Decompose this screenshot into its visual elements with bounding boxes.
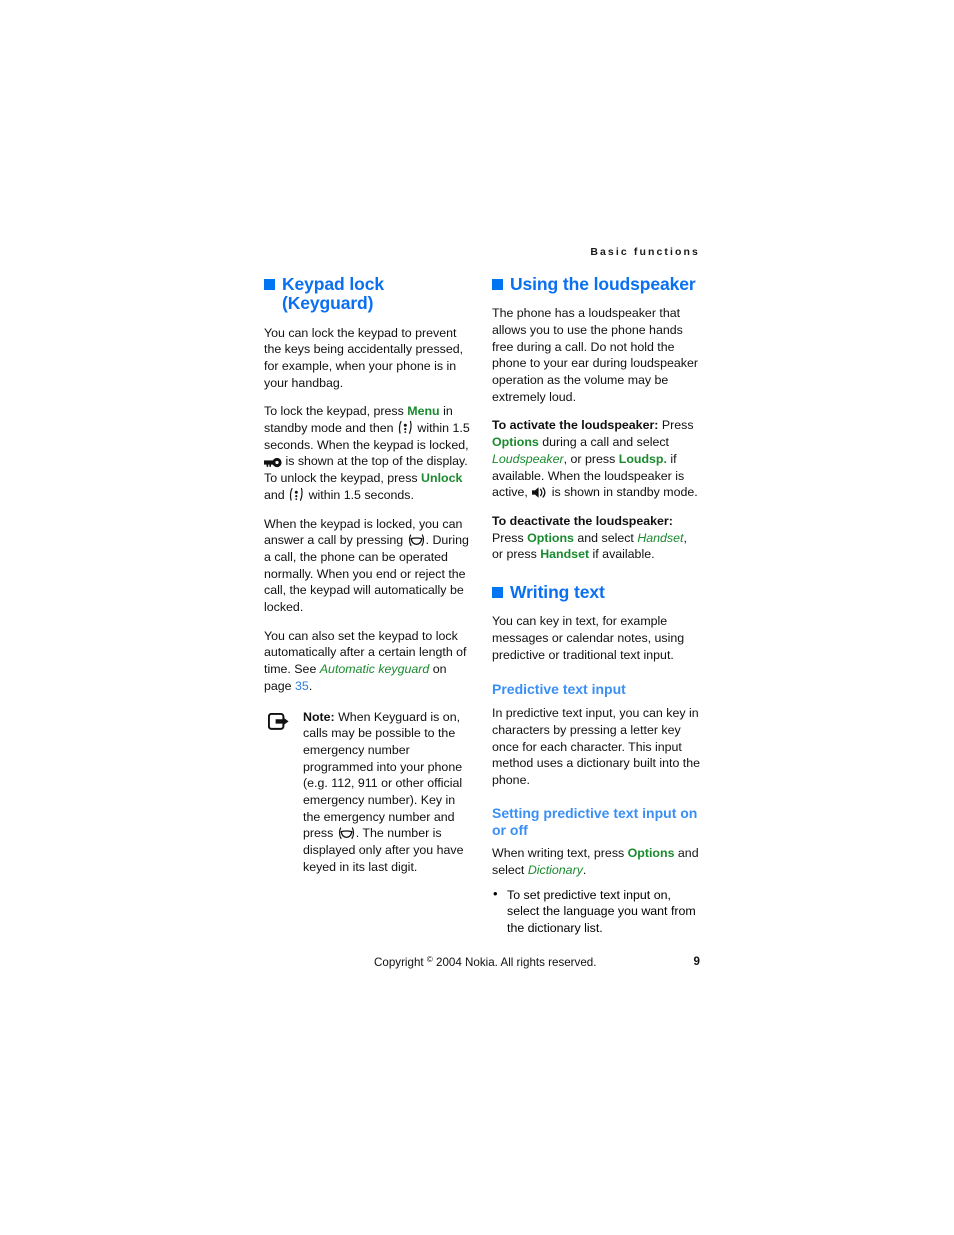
star-key-icon [397, 420, 414, 435]
two-column-body: Keypad lock (Keyguard) You can lock the … [264, 274, 701, 940]
subheading-predictive-text-input: Predictive text input [492, 681, 626, 698]
list-item: To set predictive text input on, select … [492, 886, 700, 937]
right-column: Using the loudspeaker The phone has a lo… [492, 274, 701, 940]
paragraph-loudspeaker-intro: The phone has a loudspeaker that allows … [492, 306, 698, 404]
copyright-notice: Copyright © 2004 Nokia. All rights reser… [374, 955, 596, 969]
paragraph-keypad-intro: You can lock the keypad to prevent the k… [264, 325, 464, 390]
text-fragment: and select [573, 530, 638, 545]
softkey-handset-label: Handset [540, 547, 590, 562]
loudspeaker-icon [531, 486, 548, 499]
blue-square-bullet-icon [264, 279, 275, 290]
text-fragment: during a call and select [538, 435, 669, 450]
text-fragment: if available. [589, 547, 655, 562]
copyright-rest: 2004 Nokia. All rights reserved. [436, 956, 597, 969]
text-fragment: To lock the keypad, press [264, 404, 408, 419]
page-number: 9 [693, 955, 700, 968]
text-fragment: Press [492, 530, 528, 545]
softkey-menu-label: Menu [407, 404, 440, 419]
text-fragment: , or press [563, 451, 619, 466]
menu-item-handset: Handset [637, 530, 684, 545]
call-key-icon [407, 533, 426, 547]
section-heading-label: Using the loudspeaker [510, 274, 696, 294]
paragraph-lock-instructions: To lock the keypad, press Menu in standb… [264, 403, 472, 503]
running-head: Basic functions [590, 246, 700, 258]
softkey-options-label: Options [627, 846, 675, 861]
subheading-setting-predictive-text-input: Setting predictive text input on or off [492, 804, 698, 838]
menu-item-loudspeaker: Loudspeaker [492, 451, 564, 466]
copyright-word: Copyright [374, 956, 424, 969]
note-arrow-icon [267, 712, 294, 733]
paragraph-automatic-keyguard: You can also set the keypad to lock auto… [264, 628, 472, 695]
blue-square-bullet-icon [492, 279, 503, 290]
text-fragment: When writing text, press [492, 846, 628, 861]
note-block: Note: When Keyguard is on, calls may be … [267, 709, 472, 876]
paragraph-deactivate-loudspeaker: To deactivate the loudspeaker: Press Opt… [492, 513, 700, 563]
section-heading-using-loudspeaker: Using the loudspeaker [492, 274, 700, 294]
bullet-list-predictive-on: To set predictive text input on, select … [492, 886, 700, 937]
text-fragment: When Keyguard is on, calls may be possib… [303, 709, 463, 841]
section-heading-writing-text: Writing text [492, 582, 700, 603]
star-key-icon [288, 487, 305, 502]
text-fragment: and [264, 487, 289, 502]
softkey-options-label: Options [492, 435, 539, 450]
cross-reference-automatic-keyguard: Automatic keyguard [319, 662, 430, 677]
note-label: Note: [303, 709, 335, 724]
blue-square-bullet-icon [492, 587, 503, 599]
copyright-symbol: © [426, 955, 433, 964]
call-key-icon [337, 826, 356, 840]
softkey-unlock-label: Unlock [421, 471, 463, 486]
softkey-options-label: Options [527, 530, 574, 545]
keyguard-key-icon [264, 457, 282, 468]
note-text: Note: When Keyguard is on, calls may be … [303, 709, 472, 876]
text-fragment: is shown in standby mode. [548, 485, 698, 500]
paragraph-answer-call-locked: When the keypad is locked, you can answe… [264, 516, 472, 616]
page-link-35[interactable]: 35 [295, 679, 309, 693]
section-heading-label: Writing text [510, 582, 605, 603]
paragraph-dictionary-instruction: When writing text, press Options and sel… [492, 845, 700, 878]
text-fragment: . [582, 863, 587, 878]
text-fragment: within 1.5 seconds. [305, 487, 414, 502]
section-heading-keypad-lock: Keypad lock (Keyguard) [264, 274, 472, 314]
lead-in-activate: To activate the loudspeaker: [492, 418, 659, 433]
left-column: Keypad lock (Keyguard) You can lock the … [264, 274, 472, 940]
lead-in-deactivate: To deactivate the loudspeaker: [492, 513, 673, 528]
paragraph-writing-text-intro: You can key in text, for example message… [492, 614, 685, 662]
text-fragment: . [308, 678, 313, 693]
text-fragment: Press [658, 418, 694, 433]
document-page: Basic functions Keypad lock (Keyguard) Y… [0, 0, 954, 1235]
softkey-loudsp-label: Loudsp. [618, 451, 667, 466]
paragraph-predictive-text-input: In predictive text input, you can key in… [492, 706, 701, 788]
menu-item-dictionary: Dictionary [527, 863, 583, 878]
paragraph-activate-loudspeaker: To activate the loudspeaker: Press Optio… [492, 417, 700, 501]
section-heading-label: Keypad lock (Keyguard) [282, 274, 384, 314]
